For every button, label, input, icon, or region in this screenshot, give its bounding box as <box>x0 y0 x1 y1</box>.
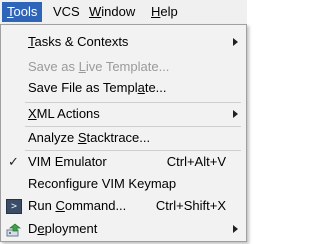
menu-window-label: indow <box>101 4 136 19</box>
tools-dropdown-menu: Tasks & Contexts Save as Live Template..… <box>0 24 247 242</box>
menu-item-label: Analyze Stacktrace... <box>28 130 151 145</box>
menu-item-reconfigure-vim-keymap[interactable]: Reconfigure VIM Keymap <box>1 173 246 195</box>
submenu-arrow-icon <box>233 225 238 233</box>
menu-item-label: XML Actions <box>28 106 100 121</box>
menu-item-xml-actions[interactable]: XML Actions <box>1 103 246 125</box>
deployment-icon <box>6 222 22 237</box>
menu-help[interactable]: Help <box>146 2 183 22</box>
menu-window-mnemonic: W <box>89 4 102 19</box>
menu-item-analyze-stacktrace[interactable]: Analyze Stacktrace... <box>1 127 246 149</box>
menu-item-label: VIM Emulator <box>28 154 107 169</box>
menu-item-label: Run Command... <box>28 198 127 213</box>
menu-item-save-as-live-template: Save as Live Template... <box>1 56 246 78</box>
terminal-icon: > <box>6 199 22 214</box>
submenu-arrow-icon <box>233 110 238 118</box>
menu-window[interactable]: Window <box>84 2 140 22</box>
menu-item-vim-emulator[interactable]: ✓ VIM Emulator Ctrl+Alt+V <box>1 151 246 173</box>
menu-item-label: Save as Live Template... <box>28 59 170 74</box>
menu-tools-label: ools <box>13 4 38 19</box>
menu-bar: Tools VCS Window Help <box>0 0 247 25</box>
menu-item-label: Save File as Template... <box>28 80 167 95</box>
checkmark-icon: ✓ <box>8 154 19 169</box>
menu-help-mnemonic: H <box>151 4 161 19</box>
menu-help-label: elp <box>160 4 178 19</box>
submenu-arrow-icon <box>233 38 238 46</box>
menu-item-label: Reconfigure VIM Keymap <box>28 176 177 191</box>
menu-item-label: Deployment <box>28 221 98 236</box>
menu-item-tasks-contexts[interactable]: Tasks & Contexts <box>1 31 246 53</box>
menu-item-deployment[interactable]: Deployment <box>1 218 246 240</box>
menu-tools[interactable]: Tools <box>2 2 43 22</box>
menu-item-run-command[interactable]: > Run Command... Ctrl+Shift+X <box>1 195 246 217</box>
menu-item-label: Tasks & Contexts <box>28 34 129 49</box>
menu-item-shortcut: Ctrl+Alt+V <box>166 154 226 169</box>
menu-item-shortcut: Ctrl+Shift+X <box>155 198 226 213</box>
menu-item-save-file-as-template[interactable]: Save File as Template... <box>1 77 246 99</box>
menu-vcs[interactable]: VCS <box>48 2 85 22</box>
menu-vcs-label: VCS <box>53 4 80 19</box>
